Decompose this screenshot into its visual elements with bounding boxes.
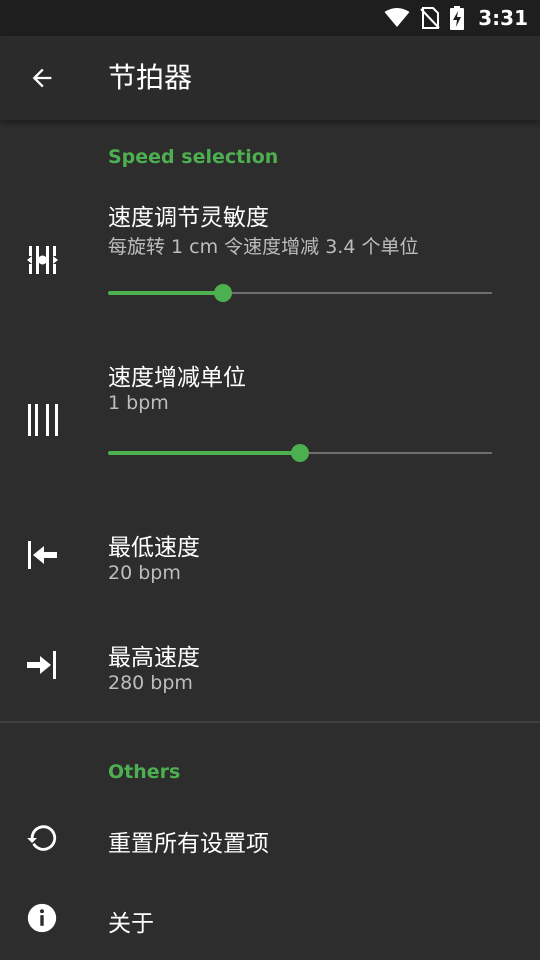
pref-summary: 每旋转 1 cm 令速度增减 3.4 个单位	[108, 236, 419, 258]
pref-about[interactable]: 关于	[0, 880, 540, 960]
info-icon	[22, 898, 62, 938]
slider-fill	[108, 451, 300, 455]
pref-min-speed[interactable]: 最低速度 20 bpm	[0, 510, 540, 610]
slider-thumb[interactable]	[291, 444, 309, 462]
back-button[interactable]	[20, 56, 64, 100]
slider-fill	[108, 291, 224, 295]
wifi-icon	[384, 8, 410, 27]
pref-max-speed[interactable]: 最高速度 280 bpm	[0, 620, 540, 720]
pref-title: 速度增减单位	[108, 365, 246, 391]
status-time: 3:31	[478, 6, 528, 30]
pref-summary: 280 bpm	[108, 672, 193, 694]
step-slider[interactable]	[108, 443, 492, 463]
pref-reset-all[interactable]: 重置所有设置项	[0, 800, 540, 876]
page-title: 节拍器	[108, 61, 193, 94]
sliders-icon	[22, 240, 62, 280]
status-icons: 3:31	[384, 0, 528, 36]
pref-speed-sensitivity[interactable]: 速度调节灵敏度 每旋转 1 cm 令速度增减 3.4 个单位	[0, 180, 540, 320]
pref-title: 最高速度	[108, 645, 200, 671]
battery-charging-icon	[450, 6, 465, 30]
settings-list: Speed selection 速度调节灵敏度 每旋转 1 cm 令速度增减 3…	[0, 120, 540, 960]
section-divider	[0, 721, 540, 723]
pref-speed-step[interactable]: 速度增减单位 1 bpm	[0, 340, 540, 480]
pref-title: 最低速度	[108, 535, 200, 561]
bars-icon	[22, 400, 62, 440]
section-header-speed: Speed selection	[108, 146, 279, 168]
pref-summary: 20 bpm	[108, 562, 181, 584]
pref-title: 关于	[108, 911, 154, 937]
pref-summary: 1 bpm	[108, 392, 169, 414]
restore-icon	[22, 818, 62, 858]
arrow-left-icon	[32, 68, 52, 88]
sensitivity-slider[interactable]	[108, 283, 492, 303]
status-bar: 3:31	[0, 0, 540, 36]
no-sim-icon	[420, 7, 440, 29]
pref-title: 速度调节灵敏度	[108, 205, 269, 231]
arrow-to-right-icon	[22, 645, 62, 685]
app-bar: 节拍器	[0, 36, 540, 120]
slider-thumb[interactable]	[214, 284, 233, 302]
section-header-others: Others	[108, 761, 181, 783]
pref-title: 重置所有设置项	[108, 831, 269, 857]
arrow-to-left-icon	[22, 535, 62, 575]
